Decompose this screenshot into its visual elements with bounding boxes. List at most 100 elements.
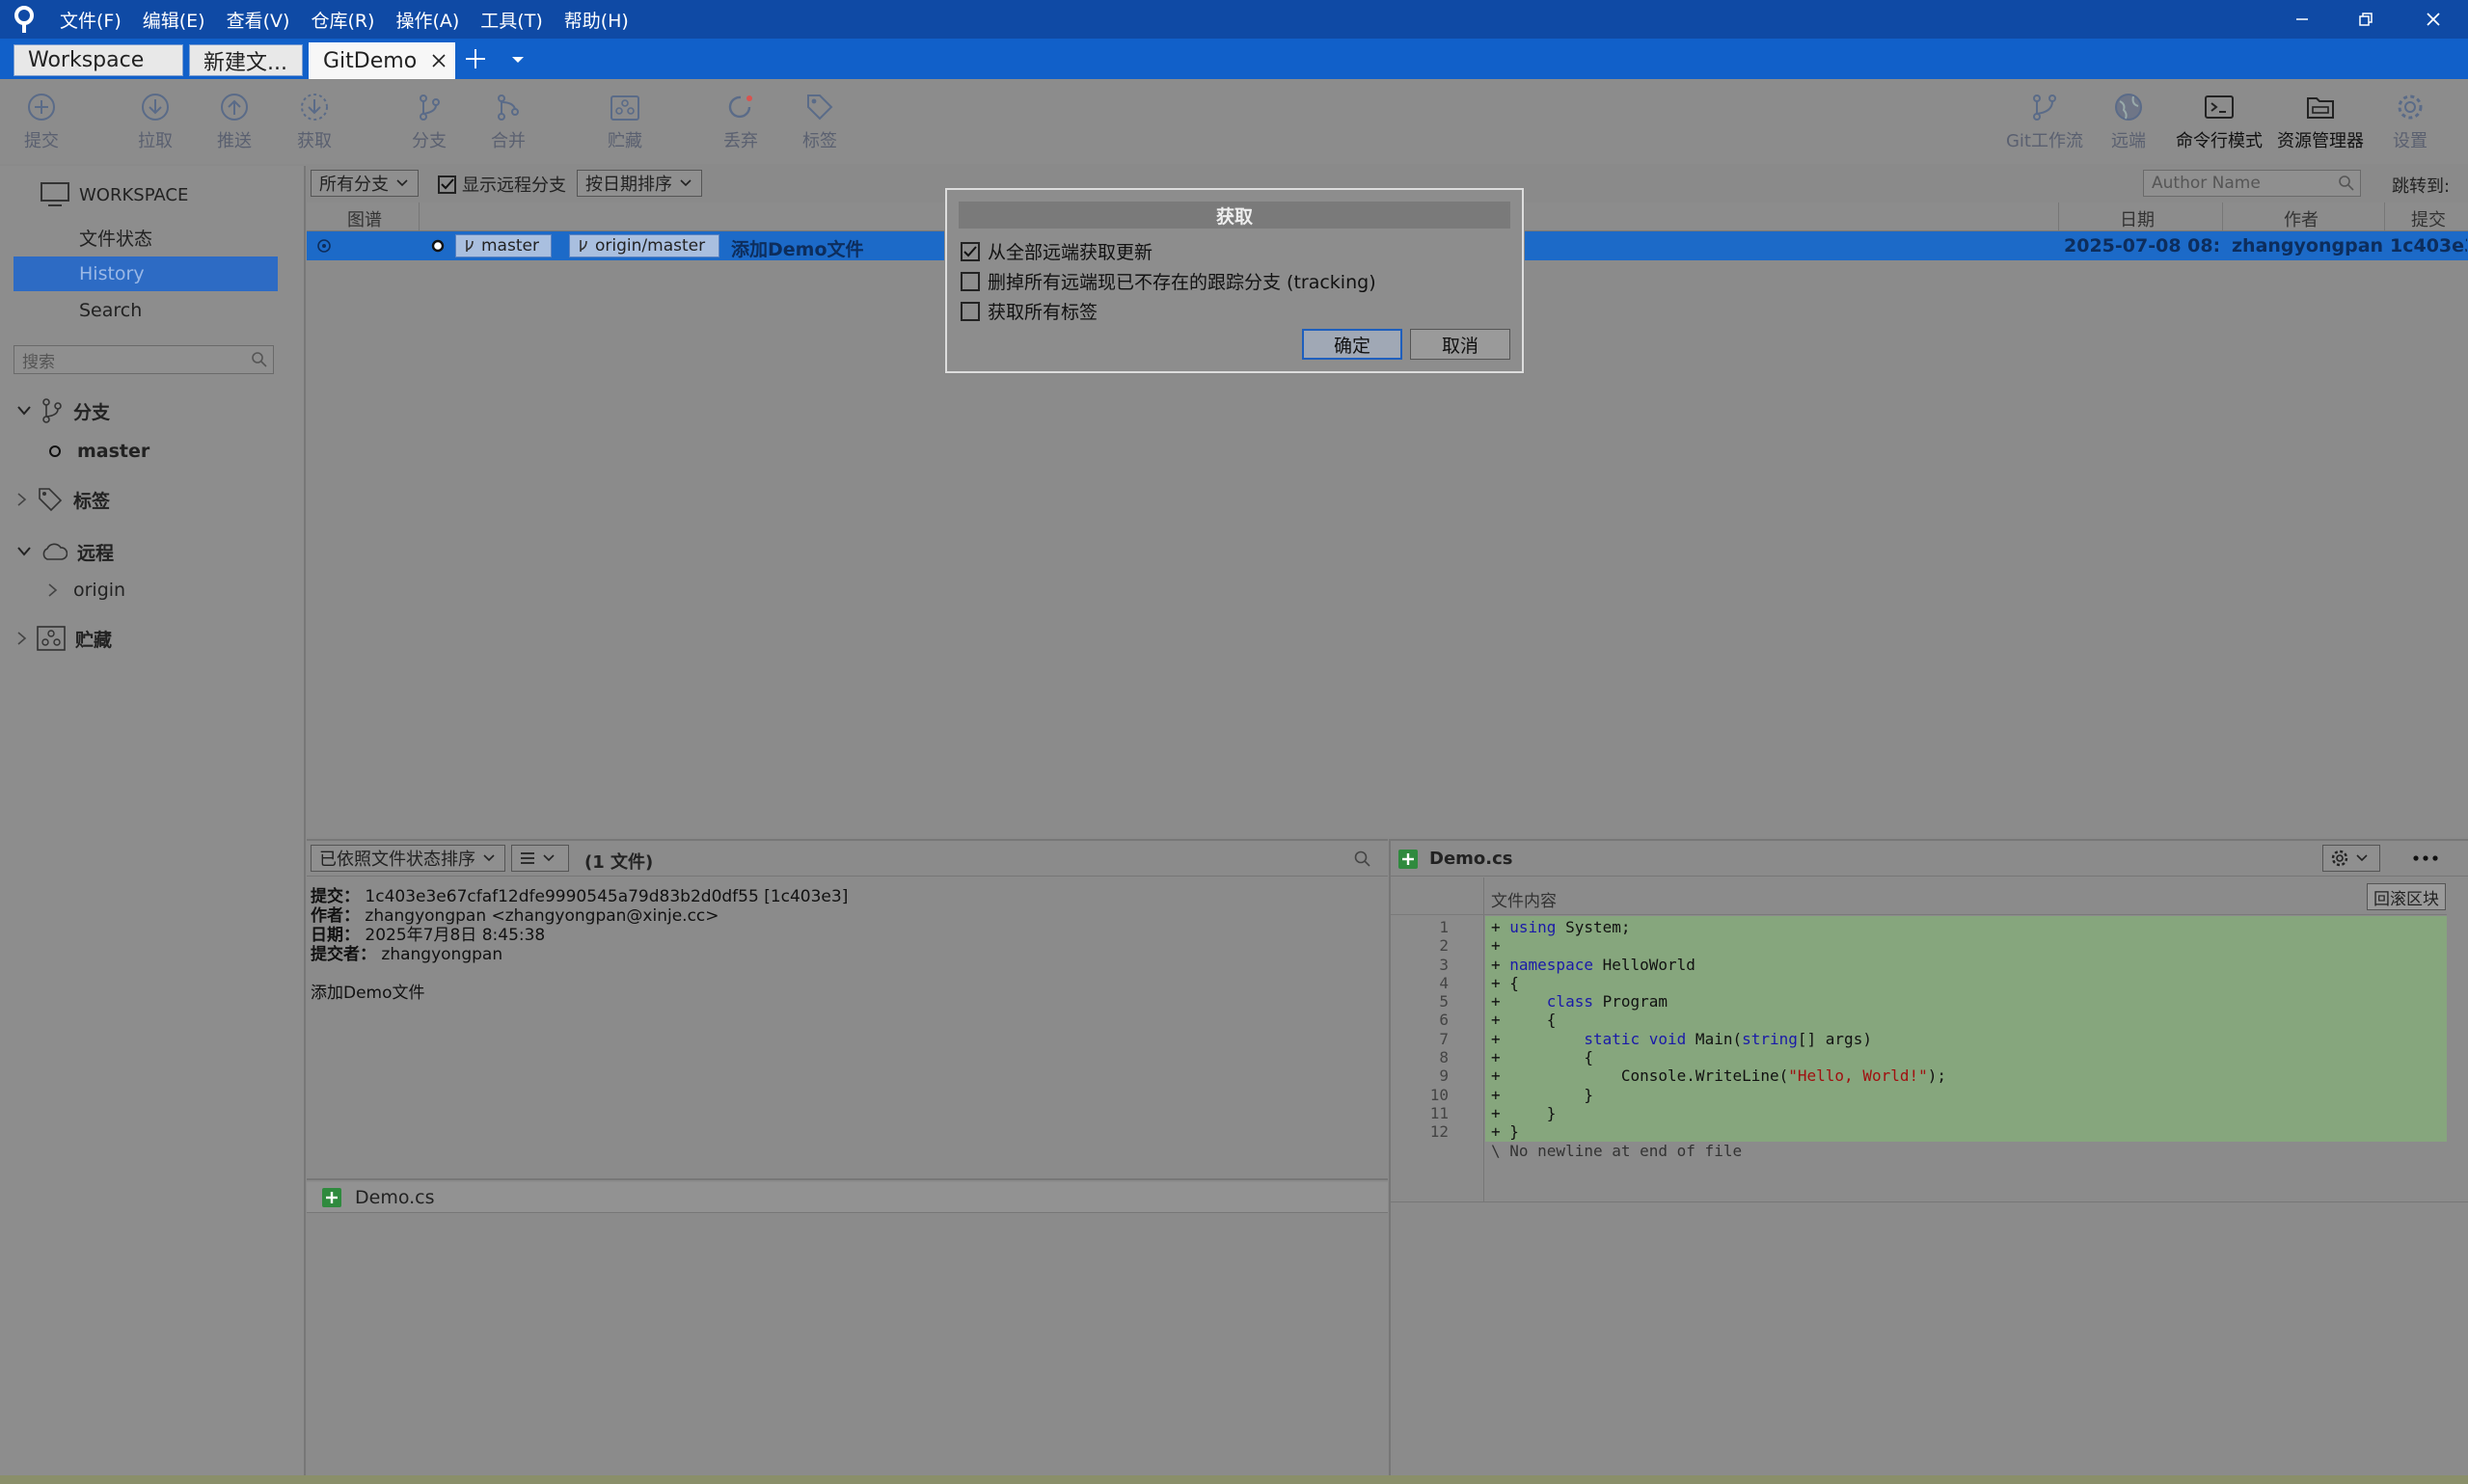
- restore-button[interactable]: [2334, 0, 2398, 39]
- commit-hash: 1c403e3: [2390, 235, 2467, 256]
- menu-help[interactable]: 帮助(H): [564, 7, 629, 33]
- sidebar-search-input[interactable]: 搜索: [14, 345, 274, 374]
- git-flow-button[interactable]: Git工作流: [2000, 79, 2089, 164]
- diff-options-dropdown[interactable]: [2322, 845, 2380, 872]
- stash-button[interactable]: 贮藏: [583, 79, 666, 164]
- sidebar-item-history[interactable]: History: [14, 256, 278, 291]
- terminal-button[interactable]: 命令行模式: [2170, 79, 2268, 164]
- chevron-right-icon: [17, 493, 27, 506]
- chevron-down-icon: [543, 854, 555, 862]
- close-tab-icon[interactable]: [431, 53, 447, 68]
- globe-icon: [2115, 94, 2142, 121]
- search-icon: [2339, 175, 2354, 191]
- branch-name: master: [77, 441, 150, 462]
- tab-label: GitDemo: [323, 48, 418, 73]
- view-mode-dropdown[interactable]: [511, 845, 569, 872]
- discard-button[interactable]: 丢弃: [699, 79, 782, 164]
- column-author[interactable]: 作者: [2284, 206, 2319, 231]
- fetch-dialog: 获取 从全部远端获取更新 删掉所有远端现已不存在的跟踪分支 (tracking)…: [945, 188, 1524, 373]
- stash-icon: [610, 95, 639, 121]
- prune-tracking-branches-checkbox[interactable]: 删掉所有远端现已不存在的跟踪分支 (tracking): [961, 268, 1376, 294]
- tab-workspace[interactable]: Workspace: [14, 44, 183, 76]
- cancel-button[interactable]: 取消: [1410, 329, 1510, 360]
- commit-button[interactable]: 提交: [0, 79, 83, 164]
- current-branch-icon: [49, 445, 61, 457]
- tab-gitdemo[interactable]: GitDemo: [309, 42, 455, 79]
- menu-bar: 文件(F) 编辑(E) 查看(V) 仓库(R) 操作(A) 工具(T) 帮助(H…: [60, 0, 629, 39]
- explorer-button[interactable]: 资源管理器: [2270, 79, 2371, 164]
- checkbox-label: 显示远程分支: [462, 175, 566, 196]
- checkbox: [961, 301, 980, 321]
- code-line: + class Program: [1491, 992, 1668, 1012]
- branches-filter-dropdown[interactable]: 所有分支: [311, 170, 419, 197]
- line-number: 2: [1439, 936, 1449, 956]
- branches-section[interactable]: 分支: [0, 393, 306, 428]
- file-list-item[interactable]: Demo.cs: [307, 1182, 1388, 1213]
- tab-label: 新建文...: [203, 50, 287, 75]
- diff-pane: Demo.cs 文件内容 回滚区块 1 2 3 4 5 6 7 8 9 10 11 12 + usin…: [1389, 839, 2468, 1475]
- tab-new-file[interactable]: 新建文...: [189, 44, 303, 76]
- folder-icon: [2307, 97, 2334, 119]
- sidebar-item-label: History: [79, 263, 145, 284]
- tag-button[interactable]: 标签: [778, 79, 861, 164]
- toolbar-label: 分支: [412, 131, 447, 151]
- column-commit[interactable]: 提交: [2411, 206, 2446, 231]
- file-added-icon: [322, 1187, 341, 1207]
- menu-repository[interactable]: 仓库(R): [311, 7, 374, 33]
- diff-file-header: Demo.cs: [1398, 849, 1513, 869]
- menu-tools[interactable]: 工具(T): [480, 7, 542, 33]
- minimize-button[interactable]: [2270, 0, 2334, 39]
- sort-dropdown[interactable]: 按日期排序: [577, 170, 702, 197]
- fetch-button[interactable]: 获取: [273, 79, 356, 164]
- settings-button[interactable]: 设置: [2369, 79, 2452, 164]
- chevron-down-icon: [17, 547, 31, 556]
- remote-button[interactable]: 远端: [2087, 79, 2170, 164]
- menu-file[interactable]: 文件(F): [60, 7, 122, 33]
- pull-button[interactable]: 拉取: [114, 79, 197, 164]
- meta-label: 提交：: [311, 887, 360, 906]
- tab-dropdown-icon[interactable]: [511, 56, 525, 64]
- menu-view[interactable]: 查看(V): [227, 7, 290, 33]
- column-graph[interactable]: 图谱: [347, 206, 382, 231]
- jump-to-label[interactable]: 跳转到:: [2392, 173, 2450, 198]
- remotes-section[interactable]: 远程: [0, 534, 306, 569]
- merge-button[interactable]: 合并: [467, 79, 550, 164]
- add-tab-icon[interactable]: [465, 48, 486, 69]
- toolbar-label: 丢弃: [723, 131, 758, 151]
- line-number: 9: [1439, 1066, 1449, 1086]
- show-remote-branches-checkbox[interactable]: 显示远程分支: [438, 172, 566, 197]
- tags-section[interactable]: 标签: [0, 482, 306, 517]
- branch-button[interactable]: 分支: [388, 79, 471, 164]
- code-line: +: [1491, 936, 1501, 956]
- meta-label: 提交者：: [311, 945, 376, 964]
- button-label: 取消: [1441, 335, 1478, 357]
- ok-button[interactable]: 确定: [1302, 329, 1402, 360]
- author-filter-input[interactable]: Author Name: [2143, 170, 2361, 197]
- menu-edit[interactable]: 编辑(E): [143, 7, 205, 33]
- menu-actions[interactable]: 操作(A): [395, 7, 459, 33]
- stashes-section[interactable]: 贮藏: [0, 621, 306, 656]
- branch-icon: [42, 398, 62, 423]
- column-date[interactable]: 日期: [2120, 206, 2155, 231]
- fetch-all-remotes-checkbox[interactable]: 从全部远端获取更新: [961, 238, 1153, 264]
- fetch-all-tags-checkbox[interactable]: 获取所有标签: [961, 298, 1098, 324]
- chevron-down-icon: [396, 179, 408, 187]
- file-sort-dropdown[interactable]: 已依照文件状态排序: [311, 845, 505, 872]
- more-options-icon[interactable]: [2413, 854, 2438, 862]
- close-window-button[interactable]: [2401, 0, 2465, 39]
- graph-node-icon: [431, 239, 445, 253]
- search-icon[interactable]: [1354, 850, 1371, 868]
- checkbox: [961, 271, 980, 291]
- meta-label: 日期：: [311, 926, 360, 945]
- push-button[interactable]: 推送: [193, 79, 276, 164]
- sidebar-item-file-status[interactable]: 文件状态: [0, 220, 306, 255]
- remote-origin[interactable]: origin: [0, 573, 306, 607]
- checkbox-label: 删掉所有远端现已不存在的跟踪分支 (tracking): [988, 272, 1376, 293]
- title-bar: 文件(F) 编辑(E) 查看(V) 仓库(R) 操作(A) 工具(T) 帮助(H…: [0, 0, 2468, 39]
- branch-icon: [420, 94, 440, 121]
- app-logo-icon: [14, 6, 35, 33]
- sidebar-item-search[interactable]: Search: [0, 293, 306, 328]
- terminal-icon: [2205, 95, 2234, 119]
- revert-hunk-button[interactable]: 回滚区块: [2367, 883, 2446, 910]
- branch-master[interactable]: master: [0, 434, 306, 469]
